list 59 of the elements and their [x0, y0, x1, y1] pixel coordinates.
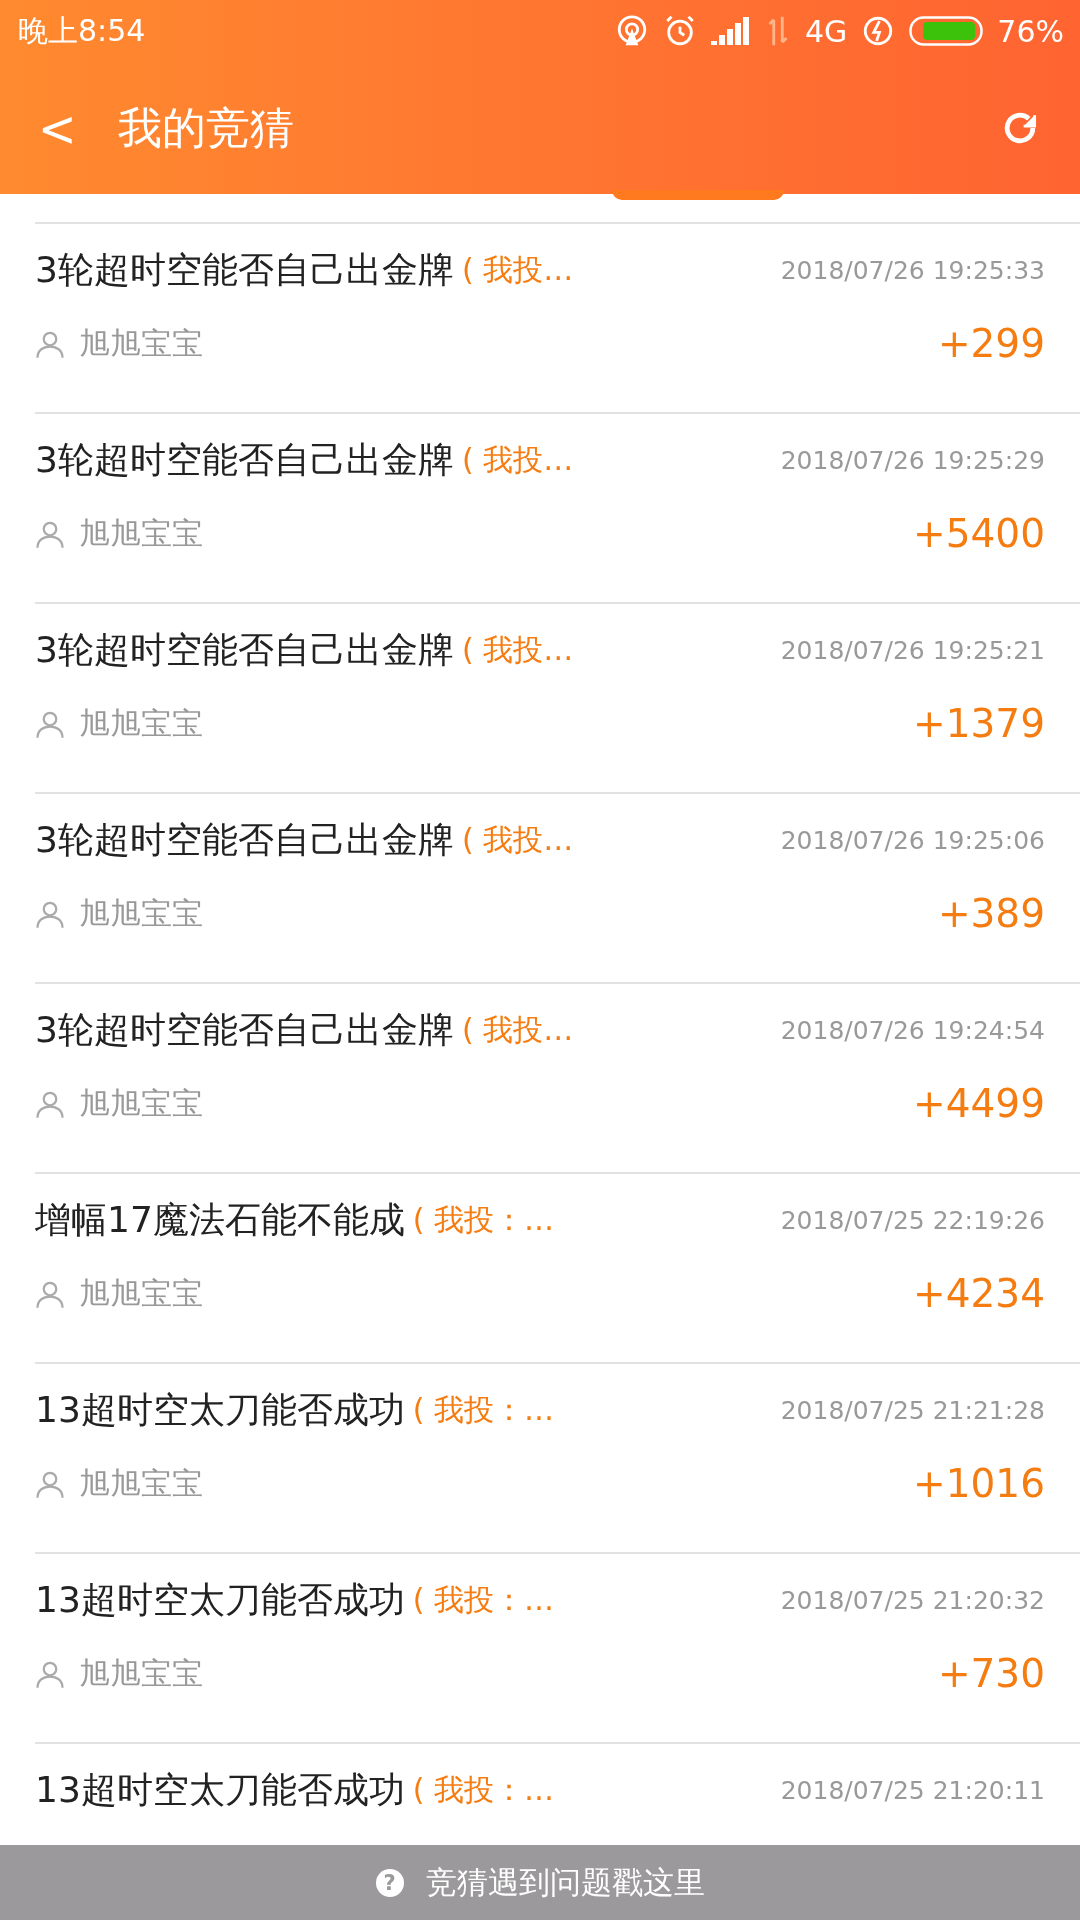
user-name: 旭旭宝宝: [79, 1273, 203, 1313]
help-icon: ?: [375, 1868, 404, 1897]
bet-title: 13超时空太刀能否成功: [35, 1578, 405, 1622]
bet-time: 2018/07/25 21:20:32: [780, 1586, 1045, 1615]
user-name: 旭旭宝宝: [79, 703, 203, 743]
bet-row[interactable]: 3轮超时空能否自己出金牌 ( 我投… 2018/07/26 19:25:06 旭旭宝宝 +389: [35, 792, 1080, 982]
bet-row[interactable]: 3轮超时空能否自己出金牌 ( 我投… 2018/07/26 19:25:29 旭旭宝宝 +5400: [35, 412, 1080, 602]
bet-time: 2018/07/25 21:20:11: [780, 1776, 1045, 1805]
bet-choice: ( 我投…: [461, 441, 574, 479]
network-label: 4G: [804, 13, 848, 49]
bet-amount: +1379: [913, 701, 1045, 746]
bet-title: 13超时空太刀能否成功: [35, 1388, 405, 1432]
bet-time: 2018/07/26 19:25:33: [780, 256, 1045, 285]
user-name: 旭旭宝宝: [79, 893, 203, 933]
bet-time: 2018/07/26 19:25:06: [780, 826, 1045, 855]
bet-choice: ( 我投：…: [412, 1391, 555, 1429]
bet-choice: ( 我投：…: [412, 1771, 555, 1809]
bet-title: 3轮超时空能否自己出金牌: [35, 438, 454, 482]
bet-choice: ( 我投…: [461, 631, 574, 669]
bet-time: 2018/07/26 19:25:21: [780, 636, 1045, 665]
bet-amount: +299: [937, 321, 1045, 366]
bet-amount: +4499: [913, 1081, 1045, 1126]
battery-percent: 76%: [997, 13, 1064, 49]
bet-choice: ( 我投…: [461, 821, 574, 859]
bet-choice: ( 我投：…: [412, 1581, 555, 1619]
bet-row[interactable]: 13超时空太刀能否成功 ( 我投：… 2018/07/25 21:20:32 旭旭宝宝 +730: [35, 1552, 1080, 1742]
bet-title: 3轮超时空能否自己出金牌: [35, 248, 454, 292]
bet-row[interactable]: 13超时空太刀能否成功 ( 我投：… 2018/07/25 21:21:28 旭旭宝宝 +1016: [35, 1362, 1080, 1552]
bet-row[interactable]: 13超时空太刀能否成功 ( 我投：… 2018/07/25 21:20:11: [35, 1742, 1080, 1815]
battery-icon: [909, 16, 984, 46]
bet-time: 2018/07/26 19:25:29: [780, 446, 1045, 475]
bet-amount: +389: [937, 891, 1045, 936]
bet-amount: +1016: [913, 1461, 1045, 1506]
bet-choice: ( 我投…: [461, 1011, 574, 1049]
bet-row[interactable]: 增幅17魔法石能不能成 ( 我投：… 2018/07/25 22:19:26 旭旭宝宝 +4234: [35, 1172, 1080, 1362]
bet-amount: +5400: [913, 511, 1045, 556]
signal-icon: [710, 17, 751, 45]
bet-title: 3轮超时空能否自己出金牌: [35, 818, 454, 862]
status-time: 晚上8:54: [18, 11, 146, 50]
user-name: 旭旭宝宝: [79, 1653, 203, 1693]
user-name: 旭旭宝宝: [79, 323, 203, 363]
bet-row[interactable]: 3轮超时空能否自己出金牌 ( 我投… 2018/07/26 19:25:21 旭旭宝宝 +1379: [35, 602, 1080, 792]
user-name: 旭旭宝宝: [79, 1463, 203, 1503]
bet-row[interactable]: 3轮超时空能否自己出金牌 ( 我投… 2018/07/26 19:25:33 旭旭宝宝 +299: [35, 222, 1080, 412]
user-name: 旭旭宝宝: [79, 1083, 203, 1123]
bet-time: 2018/07/25 21:21:28: [780, 1396, 1045, 1425]
bet-title: 13超时空太刀能否成功: [35, 1768, 405, 1812]
bet-title: 增幅17魔法石能不能成: [35, 1198, 405, 1242]
page-title: 我的竞猜: [118, 100, 294, 155]
bet-time: 2018/07/25 22:19:26: [780, 1206, 1045, 1235]
bet-row[interactable]: 3轮超时空能否自己出金牌 ( 我投… 2018/07/26 19:24:54 旭旭宝宝 +4499: [35, 982, 1080, 1172]
bet-amount: +730: [937, 1651, 1045, 1696]
bet-amount: +4234: [913, 1271, 1045, 1316]
bet-time: 2018/07/26 19:24:54: [780, 1016, 1045, 1045]
bet-choice: ( 我投：…: [412, 1201, 555, 1239]
bet-title: 3轮超时空能否自己出金牌: [35, 628, 454, 672]
bet-title: 3轮超时空能否自己出金牌: [35, 1008, 454, 1052]
user-name: 旭旭宝宝: [79, 513, 203, 553]
bet-choice: ( 我投…: [461, 251, 574, 289]
